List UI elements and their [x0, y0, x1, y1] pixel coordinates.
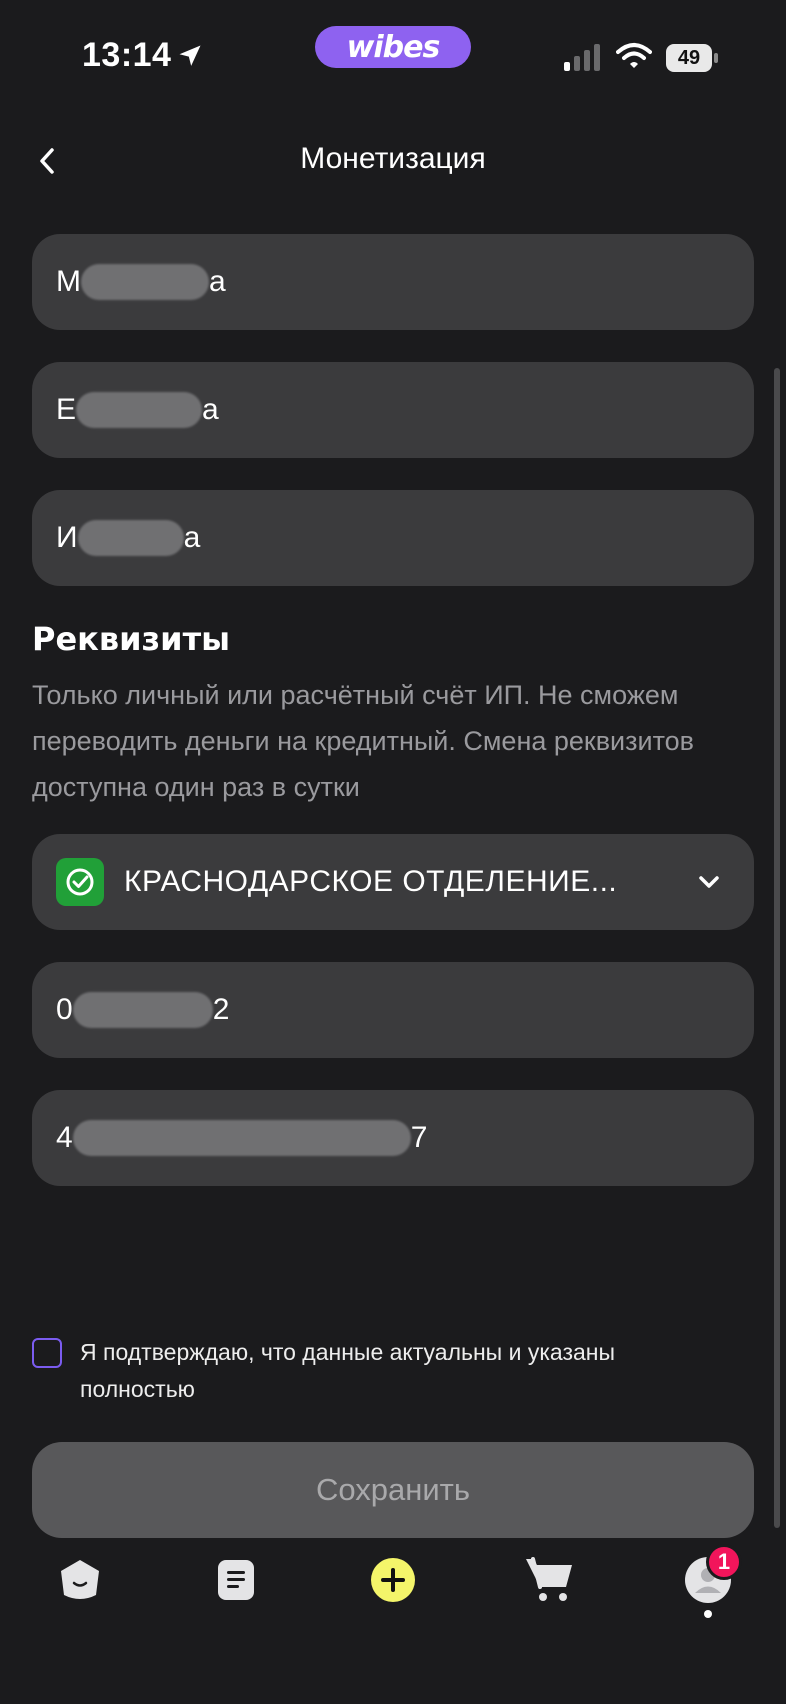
requisites-title: Реквизиты	[32, 620, 231, 658]
last-name-field[interactable]: М а	[32, 234, 754, 330]
cart-icon	[526, 1557, 572, 1601]
requisites-description: Только личный или расчётный счёт ИП. Не …	[32, 680, 695, 802]
signal-icon	[564, 44, 600, 71]
field-value-start: 0	[56, 993, 73, 1026]
app-pill-label: wibes	[346, 29, 441, 65]
redacted-blur	[81, 264, 209, 300]
page-title: Монетизация	[300, 142, 486, 175]
chevron-down-icon	[699, 876, 719, 888]
scrollbar[interactable]	[774, 368, 780, 1528]
account-number-field[interactable]: 4 7	[32, 1090, 754, 1186]
home-face-icon	[61, 1560, 99, 1599]
field-value-start: Е	[56, 393, 77, 426]
field-value-end: а	[183, 521, 201, 554]
first-name-field[interactable]: Е а	[32, 362, 754, 458]
field-value-end: а	[202, 393, 219, 426]
bank-name: КРАСНОДАРСКОЕ ОТДЕЛЕНИЕ...	[124, 865, 618, 898]
redacted-blur	[77, 520, 184, 556]
wifi-icon	[616, 43, 652, 68]
battery-indicator: 49	[666, 44, 718, 72]
bank-select[interactable]: КРАСНОДАРСКОЕ ОТДЕЛЕНИЕ...	[32, 834, 754, 930]
notification-badge: 1	[706, 1544, 742, 1580]
tab-home[interactable]	[54, 1554, 106, 1606]
middle-name-field[interactable]: И а	[32, 490, 754, 586]
field-value-start: 4	[56, 1121, 73, 1154]
document-icon	[218, 1560, 254, 1600]
redacted-blur	[72, 1120, 411, 1156]
battery-tip	[714, 53, 718, 63]
field-value-end: 7	[410, 1121, 428, 1154]
save-button[interactable]: Сохранить	[32, 1442, 754, 1538]
tab-cart[interactable]	[524, 1554, 576, 1606]
status-time: 13:14	[82, 36, 172, 74]
plus-circle-icon	[371, 1558, 415, 1602]
confirm-label: Я подтверждаю, что данные актуальны и ук…	[80, 1339, 616, 1402]
field-value-start: И	[56, 521, 78, 554]
redacted-blur	[76, 392, 203, 428]
battery-level: 49	[666, 44, 712, 72]
field-value-start: М	[56, 265, 81, 298]
active-tab-indicator	[704, 1610, 712, 1618]
field-value-end: а	[209, 265, 226, 298]
location-arrow-icon	[179, 45, 201, 66]
app-pill[interactable]: wibes	[315, 26, 471, 68]
confirm-checkbox[interactable]	[32, 1338, 62, 1368]
redacted-blur	[72, 992, 213, 1028]
tab-create[interactable]	[367, 1554, 419, 1606]
bik-field[interactable]: 0 2	[32, 962, 754, 1058]
sber-bank-icon	[56, 858, 104, 906]
tab-feed[interactable]	[210, 1554, 262, 1606]
field-value-end: 2	[212, 993, 230, 1026]
